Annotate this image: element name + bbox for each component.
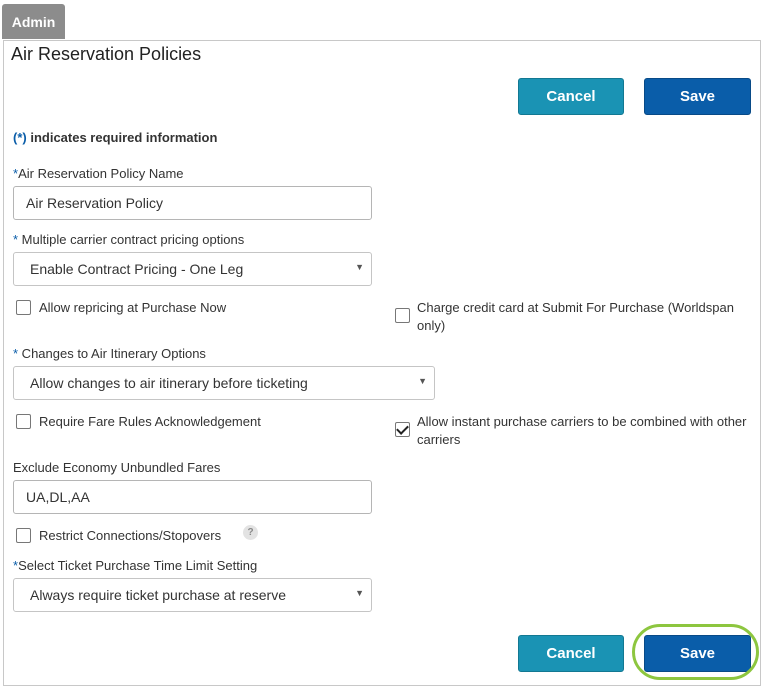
allow-repricing-label: Allow repricing at Purchase Now	[39, 300, 227, 315]
itinerary-options-select[interactable]: Allow changes to air itinerary before ti…	[13, 366, 435, 400]
allow-repricing-checkbox[interactable]	[16, 300, 31, 315]
cancel-button-bottom[interactable]: Cancel	[518, 635, 624, 672]
policy-name-label-text: Air Reservation Policy Name	[18, 166, 184, 181]
admin-tab[interactable]: Admin	[2, 4, 65, 39]
question-icon[interactable]: ?	[243, 525, 258, 540]
policy-name-label: *Air Reservation Policy Name	[13, 166, 184, 181]
instant-purchase-label: Allow instant purchase carriers to be co…	[417, 414, 747, 447]
exclude-unbundled-input[interactable]	[13, 480, 372, 514]
checkmark-icon	[396, 421, 409, 435]
instant-purchase-checkbox[interactable]	[395, 421, 410, 437]
page-title: Air Reservation Policies	[11, 44, 202, 64]
air-reservation-policies-panel: Air Reservation Policies Cancel Save (*)…	[3, 40, 761, 686]
restrict-connections-checkbox[interactable]	[16, 528, 31, 543]
chevron-down-icon: ▼	[418, 376, 427, 386]
charge-credit-card-checkbox[interactable]	[395, 308, 410, 323]
itinerary-options-value: Allow changes to air itinerary before ti…	[30, 375, 308, 391]
save-button-top[interactable]: Save	[644, 78, 751, 115]
fare-rules-ack-checkbox[interactable]	[16, 414, 31, 429]
charge-credit-card-label: Charge credit card at Submit For Purchas…	[417, 300, 734, 333]
cancel-button-top[interactable]: Cancel	[518, 78, 624, 115]
ticket-time-limit-select[interactable]: Always require ticket purchase at reserv…	[13, 578, 372, 612]
exclude-unbundled-label: Exclude Economy Unbundled Fares	[13, 460, 221, 475]
required-star: (*)	[13, 130, 27, 145]
restrict-connections-label: Restrict Connections/Stopovers	[39, 528, 222, 543]
save-button-bottom[interactable]: Save	[644, 635, 751, 672]
ticket-time-limit-label: *Select Ticket Purchase Time Limit Setti…	[13, 558, 257, 573]
required-note-text: indicates required information	[30, 130, 218, 145]
required-info-note: (*) indicates required information	[13, 130, 217, 145]
chevron-down-icon: ▼	[355, 262, 364, 272]
contract-pricing-label-text: Multiple carrier contract pricing option…	[18, 232, 245, 247]
itinerary-options-label: * Changes to Air Itinerary Options	[13, 346, 206, 361]
itinerary-options-label-text: Changes to Air Itinerary Options	[18, 346, 206, 361]
policy-name-input[interactable]	[13, 186, 372, 220]
fare-rules-ack-label: Require Fare Rules Acknowledgement	[39, 414, 261, 429]
contract-pricing-select[interactable]: Enable Contract Pricing - One Leg ▼	[13, 252, 372, 286]
contract-pricing-value: Enable Contract Pricing - One Leg	[30, 261, 244, 277]
ticket-time-limit-label-text: Select Ticket Purchase Time Limit Settin…	[18, 558, 258, 573]
contract-pricing-label: * Multiple carrier contract pricing opti…	[13, 232, 244, 247]
chevron-down-icon: ▼	[355, 588, 364, 598]
ticket-time-limit-value: Always require ticket purchase at reserv…	[30, 587, 286, 603]
